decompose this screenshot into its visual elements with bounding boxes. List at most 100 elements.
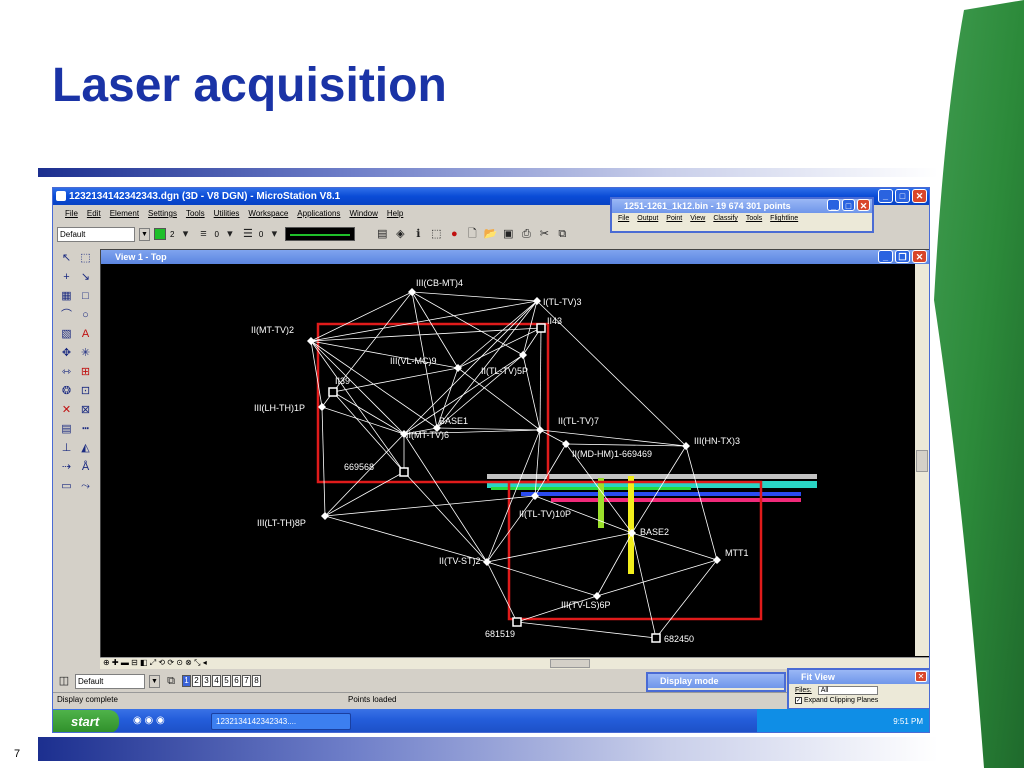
ts-menu-point[interactable]: Point bbox=[666, 213, 682, 225]
move-icon[interactable]: ✥ bbox=[58, 345, 75, 362]
view-close-button[interactable]: ✕ bbox=[912, 250, 927, 263]
maximize-button[interactable]: □ bbox=[895, 189, 910, 203]
horizontal-scroll-thumb[interactable] bbox=[550, 659, 590, 668]
line-style-icon[interactable]: ≡ bbox=[196, 227, 210, 241]
circle-icon[interactable]: ○ bbox=[77, 307, 94, 324]
menu-window[interactable]: Window bbox=[349, 207, 377, 221]
plus-icon[interactable]: + bbox=[58, 269, 75, 286]
ts-menu-flightline[interactable]: Flightline bbox=[770, 213, 798, 225]
menu-tools[interactable]: Tools bbox=[186, 207, 205, 221]
line-weight-icon[interactable]: ☰ bbox=[241, 227, 255, 241]
survey-point-marker[interactable] bbox=[562, 440, 570, 448]
view-restore-button[interactable]: ❐ bbox=[895, 250, 910, 263]
menu-file[interactable]: File bbox=[65, 207, 78, 221]
survey-point-marker[interactable] bbox=[713, 556, 721, 564]
smartline-icon[interactable]: ↘ bbox=[77, 269, 94, 286]
info-icon[interactable]: ℹ bbox=[411, 227, 425, 241]
chevron-down-icon[interactable]: ▾ bbox=[223, 227, 237, 241]
delete-icon[interactable]: ✕ bbox=[58, 402, 75, 419]
chevron-down-icon[interactable]: ▾ bbox=[178, 227, 192, 241]
survey-point-marker[interactable] bbox=[328, 387, 338, 397]
open-folder-icon[interactable]: 📂 bbox=[483, 227, 498, 241]
level-select[interactable]: Default bbox=[57, 226, 135, 242]
survey-point-marker[interactable] bbox=[536, 323, 546, 333]
menu-edit[interactable]: Edit bbox=[87, 207, 101, 221]
survey-point-marker[interactable] bbox=[593, 592, 601, 600]
print-icon[interactable]: ⎙ bbox=[519, 227, 533, 241]
view-button-4[interactable]: 4 bbox=[212, 675, 221, 687]
terrain-icon[interactable]: ◭ bbox=[77, 440, 94, 457]
survey-network-canvas[interactable]: III(CB-MT)4 I(TL-TV)3 II(MT-TV)2 II43 III(VL… bbox=[101, 264, 915, 656]
view-button-1[interactable]: 1 bbox=[182, 675, 191, 687]
survey-point-marker[interactable] bbox=[651, 633, 661, 643]
trim-icon[interactable]: ⤳ bbox=[77, 478, 94, 495]
survey-point-marker[interactable] bbox=[536, 426, 544, 434]
view-groups-icon[interactable]: ◫ bbox=[57, 674, 71, 688]
chevron-down-icon[interactable]: ▼ bbox=[149, 674, 160, 688]
grid-icon[interactable]: ▦ bbox=[58, 288, 75, 305]
text-place-icon[interactable]: Å bbox=[77, 459, 94, 476]
cut-icon[interactable]: ✂ bbox=[537, 227, 551, 241]
cell-icon[interactable]: ▧ bbox=[58, 326, 75, 343]
survey-point-marker[interactable] bbox=[512, 617, 522, 627]
fence-select-icon[interactable]: ⬚ bbox=[77, 250, 94, 267]
list-icon[interactable]: ▤ bbox=[58, 421, 75, 438]
dimension-icon[interactable]: ⇿ bbox=[58, 364, 75, 381]
expand-checkbox[interactable]: ✓ bbox=[795, 697, 802, 704]
view-windows-icon[interactable]: ⧉ bbox=[164, 674, 178, 688]
survey-point-marker[interactable] bbox=[399, 467, 409, 477]
minimize-button[interactable]: _ bbox=[878, 189, 893, 203]
ts-menu-output[interactable]: Output bbox=[637, 213, 658, 225]
menu-applications[interactable]: Applications bbox=[297, 207, 340, 221]
view-control-icons[interactable]: ⊕ ✚ ▬ ⊟ ◧ ⤢ ⟲ ⟳ ⊙ ⊗ ⤡ ◂ bbox=[103, 658, 207, 668]
vertical-scrollbar[interactable] bbox=[915, 264, 929, 656]
view-button-7[interactable]: 7 bbox=[242, 675, 251, 687]
line-seg-icon[interactable]: ┅ bbox=[77, 421, 94, 438]
view-minimize-button[interactable]: _ bbox=[878, 250, 893, 263]
fit-view-close-button[interactable]: ✕ bbox=[915, 671, 927, 682]
array-icon[interactable]: ⊡ bbox=[77, 383, 94, 400]
close-button[interactable]: ✕ bbox=[912, 189, 927, 203]
menu-help[interactable]: Help bbox=[387, 207, 403, 221]
save-icon[interactable]: ▣ bbox=[501, 227, 515, 241]
display-mode-window[interactable]: Display mode bbox=[646, 672, 786, 692]
copy-icon[interactable]: ⧉ bbox=[555, 227, 569, 241]
survey-point-marker[interactable] bbox=[408, 288, 416, 296]
terrascan-close-button[interactable]: ✕ bbox=[857, 199, 870, 211]
terrascan-maximize-button[interactable]: □ bbox=[842, 199, 855, 211]
view-button-3[interactable]: 3 bbox=[202, 675, 211, 687]
palette-icon[interactable]: ❂ bbox=[58, 383, 75, 400]
chevron-down-icon[interactable]: ▾ bbox=[267, 227, 281, 241]
start-button[interactable]: start bbox=[53, 710, 119, 732]
ts-menu-tools[interactable]: Tools bbox=[746, 213, 762, 225]
measure-icon[interactable]: ⊞ bbox=[77, 364, 94, 381]
menu-element[interactable]: Element bbox=[110, 207, 139, 221]
view-button-5[interactable]: 5 bbox=[222, 675, 231, 687]
menu-settings[interactable]: Settings bbox=[148, 207, 177, 221]
view-group-select[interactable]: Default bbox=[75, 673, 145, 689]
record-icon[interactable]: ● bbox=[447, 227, 461, 241]
ts-menu-file[interactable]: File bbox=[618, 213, 629, 225]
color-swatch[interactable] bbox=[154, 228, 166, 240]
window-icon[interactable]: ▭ bbox=[58, 478, 75, 495]
taskbar-item[interactable]: 1232134142342343.... bbox=[211, 713, 351, 730]
rectangle-icon[interactable]: □ bbox=[77, 288, 94, 305]
ts-menu-view[interactable]: View bbox=[690, 213, 705, 225]
fit-view-window[interactable]: Fit View ✕ Files: All ✓ Expand Clipping … bbox=[787, 668, 929, 710]
view-button-8[interactable]: 8 bbox=[252, 675, 261, 687]
arc-icon[interactable]: ⌒ bbox=[58, 307, 75, 324]
quick-launch-icons[interactable]: ◉ ◉ ◉ bbox=[133, 715, 165, 726]
point-icon[interactable]: ⊥ bbox=[58, 440, 75, 457]
menu-utilities[interactable]: Utilities bbox=[214, 207, 240, 221]
layers-icon[interactable]: ◈ bbox=[393, 227, 407, 241]
fence-icon[interactable]: ⬚ bbox=[429, 227, 443, 241]
menu-workspace[interactable]: Workspace bbox=[248, 207, 288, 221]
view-button-6[interactable]: 6 bbox=[232, 675, 241, 687]
terrascan-minimize-button[interactable]: _ bbox=[827, 199, 840, 211]
view-button-2[interactable]: 2 bbox=[192, 675, 201, 687]
chevron-down-icon[interactable]: ▼ bbox=[139, 227, 150, 241]
select-arrow-icon[interactable]: ↖ bbox=[58, 250, 75, 267]
properties-icon[interactable]: ▤ bbox=[375, 227, 389, 241]
vertical-scroll-thumb[interactable] bbox=[916, 450, 928, 472]
text-icon[interactable]: A bbox=[77, 326, 94, 343]
